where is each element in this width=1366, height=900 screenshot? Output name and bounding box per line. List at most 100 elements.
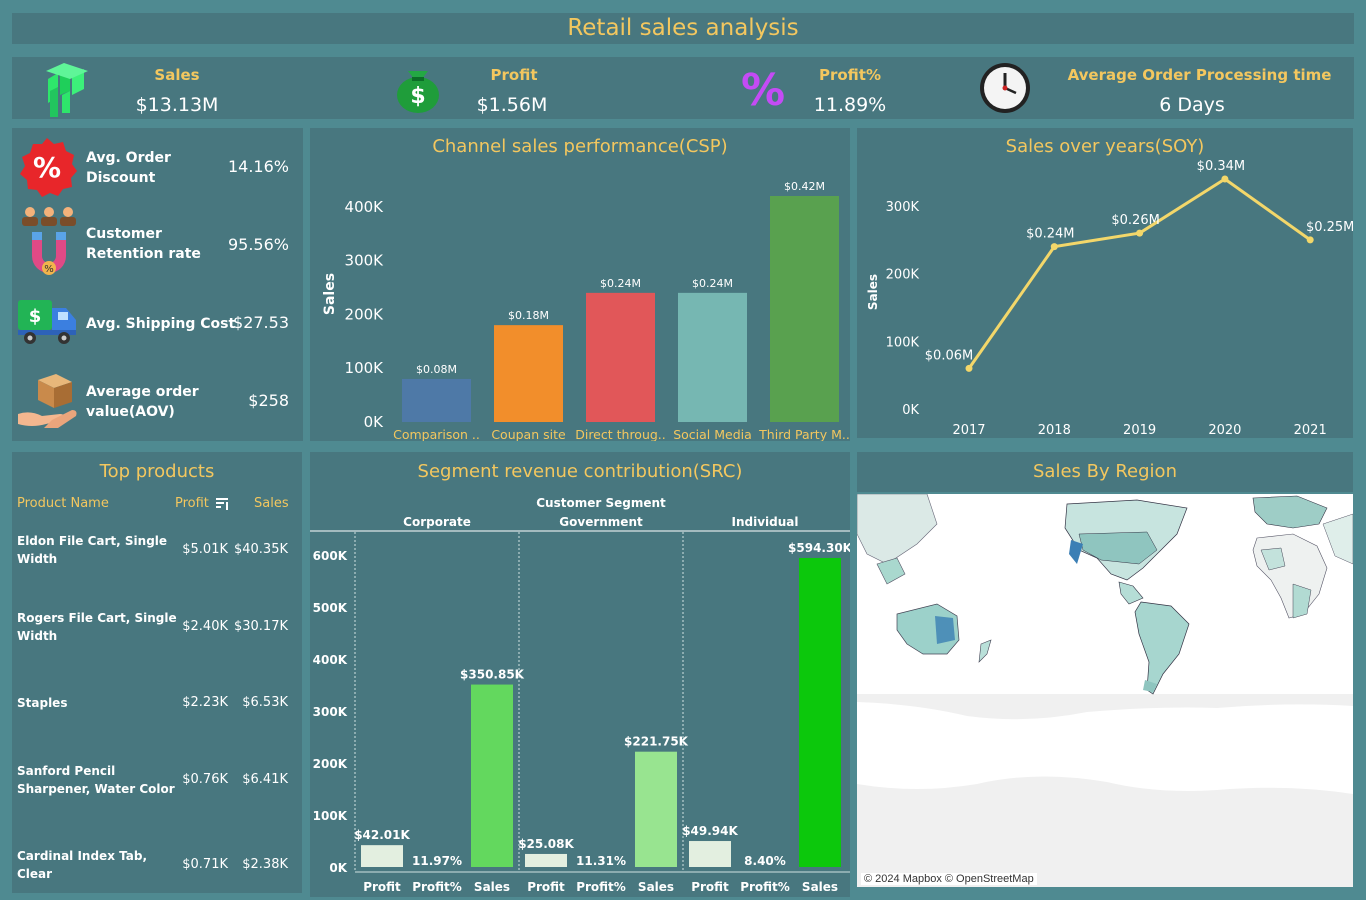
csp-bar [770,196,839,422]
profit-label: Profit [490,66,538,84]
product-sales: $6.41K [242,772,288,787]
sort-icon[interactable] [216,498,230,510]
sales-value: $13.13M [135,94,219,116]
soy-point [1306,236,1314,244]
side-kpi-value: $258 [248,391,289,410]
src-bar [635,751,677,867]
csp-bar [586,292,655,422]
map-header: Sales By Region [857,452,1353,492]
product-profit: $5.01K [182,542,228,557]
soy-point [965,364,973,372]
src-data-label: $594.30K [788,541,850,555]
src-chart: Customer Segment 0K 100K 200K 300K 400K 500K 60… [310,496,850,894]
src-y-tick: 0K [329,861,347,875]
src-y-tick: 600K [313,549,348,563]
soy-y-tick: 200K [886,268,920,283]
src-header: Customer Segment [536,496,666,510]
soy-point [1050,243,1058,251]
side-kpi-discount: % Avg. Order Discount 14.16% [12,128,303,206]
src-x-label: Profit [363,880,401,894]
column-header-product[interactable]: Product Name [17,496,109,511]
product-name: Staples [17,696,68,710]
side-kpi-shipping: $ Avg. Shipping Cost $27.53 [12,284,303,362]
soy-data-label: $0.24M [1026,227,1074,242]
side-kpi-value: $27.53 [233,313,289,332]
soy-y-tick: 100K [886,335,920,350]
table-row[interactable]: Staples $2.23K $6.53K [12,694,302,734]
svg-text:$: $ [29,306,42,327]
map-attribution[interactable]: © 2024 Mapbox © OpenStreetMap [861,873,1037,885]
src-x-label: Sales [474,880,510,894]
src-data-label: $350.85K [460,668,525,682]
csp-y-tick: 0K [364,413,385,431]
src-y-tick: 100K [313,809,348,823]
sales-label: Sales [154,66,200,84]
dashboard-title: Retail sales analysis [12,13,1354,44]
csp-y-tick: 300K [345,252,385,270]
src-segment-label: Government [559,515,643,529]
top-products-panel: Top products Product Name Profit Sales E… [12,452,302,893]
money-bag-icon: $ [397,71,439,113]
src-panel: Segment revenue contribution(SRC) Custom… [310,452,850,897]
product-sales: $40.35K [233,542,288,557]
soy-y-tick: 0K [902,403,919,418]
profit-pct-label: Profit% [818,66,881,84]
percent-icon: % [741,65,785,111]
kpi-bar: Sales $13.13M $ Profit $1.56M % Profit% … [12,57,1354,119]
csp-data-label: $0.08M [416,363,457,376]
table-row[interactable]: Cardinal Index Tab, Clear $0.71K $2.38K [12,847,302,887]
side-kpi-retention: % Customer Retention rate 95.56% [12,206,303,284]
column-header-profit[interactable]: Profit [175,496,209,511]
product-profit: $2.23K [182,695,228,710]
soy-x-tick: 2017 [952,423,985,438]
src-data-label: $49.94K [682,824,738,838]
product-sales: $6.53K [242,695,288,710]
soy-panel: Sales over years(SOY) Sales 0K 100K 200K 300… [857,128,1353,438]
csp-data-label: $0.24M [692,277,733,290]
soy-data-label: $0.25M [1306,220,1353,235]
csp-data-label: $0.42M [784,180,825,193]
table-row[interactable]: Rogers File Cart, Single Width $2.40K $30.… [12,609,302,649]
soy-y-axis-label: Sales [866,274,880,310]
src-y-tick: 500K [313,601,348,615]
src-data-label: 11.31% [576,854,626,868]
csp-category-label: Social Media [673,427,752,441]
top-products-title: Top products [99,461,215,482]
delivery-truck-icon: $ [18,300,76,344]
side-kpi-label: Customer Retention rate [86,226,201,262]
src-y-tick: 300K [313,705,348,719]
column-header-sales[interactable]: Sales [254,496,289,511]
src-data-label: $42.01K [354,828,410,842]
csp-chart: Sales 0K 100K 200K 300K 400K $0.08M Comparison … [322,180,850,441]
src-data-label: 8.40% [744,854,786,868]
csp-category-label: Comparison .. [393,427,480,441]
soy-data-label: $0.34M [1197,159,1245,174]
src-segment-label: Individual [732,515,799,529]
soy-data-label: $0.06M [925,348,973,363]
world-map[interactable] [857,494,1353,887]
soy-chart: Sales 0K 100K 200K 300K $0.06M 2017 $0.24M 2018 $… [866,159,1353,438]
table-row[interactable]: Eldon File Cart, Single Width $5.01K $40.3… [12,532,302,572]
csp-bar [494,325,563,422]
profit-value: $1.56M [476,94,548,116]
soy-x-tick: 2020 [1208,423,1241,438]
discount-badge-icon: % [20,138,77,197]
csp-y-tick: 400K [345,198,385,216]
csp-category-label: Direct throug.. [575,427,666,441]
customer-magnet-icon: % [22,207,76,275]
csp-panel: Channel sales performance(CSP) Sales 0K 10… [310,128,850,441]
product-sales: $30.17K [233,619,288,634]
soy-line [967,177,1312,370]
src-x-label: Profit% [576,880,626,894]
svg-text:%: % [44,264,54,275]
src-bar [471,684,513,867]
product-sales: $2.38K [242,857,288,872]
csp-data-label: $0.24M [600,277,641,290]
side-kpi-label: Avg. Shipping Cost [86,316,236,332]
csp-y-axis-label: Sales [322,273,338,315]
src-y-tick: 400K [313,653,348,667]
product-name: Sanford Pencil Sharpener, Water Color [17,764,175,796]
sales-map[interactable]: © 2024 Mapbox © OpenStreetMap [857,494,1353,887]
table-row[interactable]: Sanford Pencil Sharpener, Water Color $0.… [12,762,302,802]
csp-y-tick: 100K [345,359,385,377]
